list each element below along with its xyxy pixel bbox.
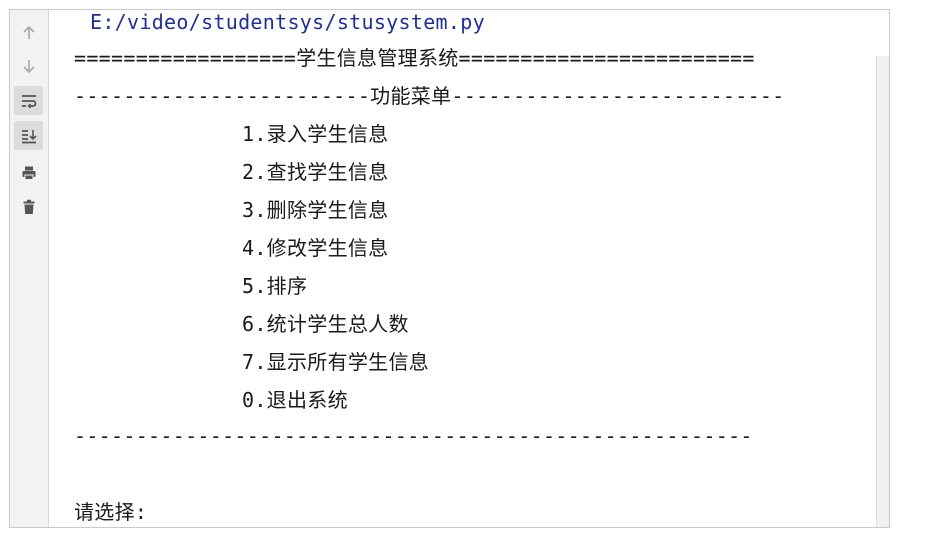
trash-icon[interactable]: [14, 192, 43, 221]
menu-item: 0.退出系统: [242, 388, 348, 412]
print-icon[interactable]: [14, 158, 43, 187]
menu-item: 4.修改学生信息: [242, 236, 389, 260]
header-rule: ==================学生信息管理系统==============…: [74, 46, 755, 70]
menu-item: 6.统计学生总人数: [242, 312, 409, 336]
menu-item: 7.显示所有学生信息: [242, 350, 430, 374]
menu-rule: ------------------------功能菜单------------…: [74, 84, 785, 108]
arrow-down-icon[interactable]: [14, 51, 43, 80]
run-console-panel: E:/video/studentsys/stusystem.py =======…: [9, 9, 890, 528]
console-toolbar: [10, 10, 49, 527]
input-prompt[interactable]: 请选择:: [74, 500, 147, 524]
arrow-up-icon[interactable]: [14, 18, 43, 47]
script-path: E:/video/studentsys/stusystem.py: [90, 10, 485, 34]
menu-item: 5.排序: [242, 274, 308, 298]
menu-item: 1.录入学生信息: [242, 122, 389, 146]
menu-item: 3.删除学生信息: [242, 198, 389, 222]
vertical-scrollbar[interactable]: [876, 56, 889, 527]
soft-wrap-icon[interactable]: [14, 86, 43, 115]
console-output[interactable]: E:/video/studentsys/stusystem.py =======…: [50, 10, 876, 527]
scroll-to-end-icon[interactable]: [14, 121, 43, 150]
menu-item: 2.查找学生信息: [242, 160, 389, 184]
footer-rule: ----------------------------------------…: [74, 424, 753, 448]
